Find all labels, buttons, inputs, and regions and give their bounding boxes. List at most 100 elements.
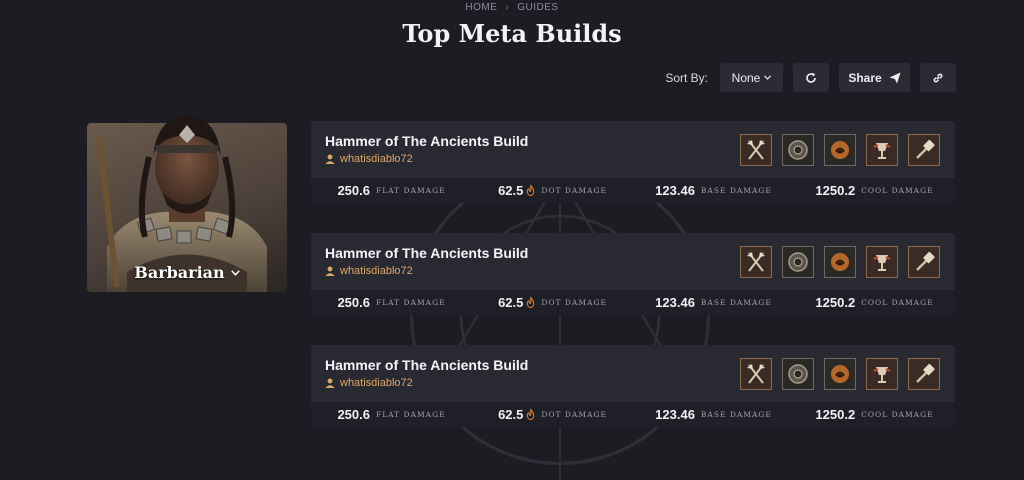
user-icon — [325, 266, 335, 276]
chevron-down-icon — [764, 75, 772, 80]
copy-link-button[interactable] — [920, 63, 956, 92]
link-icon — [933, 73, 943, 82]
stat-value: 250.6 — [337, 295, 370, 310]
chalice-skill-icon[interactable] — [866, 246, 898, 278]
build-card-header: Hammer of The Ancients Build whatisdiabl… — [311, 121, 955, 178]
flame-icon — [527, 409, 535, 420]
build-stats: 250.6 FLAT DAMAGE 62.5 DOT DAMAGE 123.46 BA… — [311, 178, 955, 203]
stat-flat-damage: 250.6 FLAT DAMAGE — [311, 402, 472, 427]
class-name-label: Barbarian — [134, 263, 225, 282]
stat-cool-damage: 1250.2 COOL DAMAGE — [794, 290, 955, 315]
stat-label: COOL DAMAGE — [861, 410, 934, 419]
build-author[interactable]: whatisdiablo72 — [325, 265, 413, 277]
stat-label: COOL DAMAGE — [861, 186, 934, 195]
class-name: Barbarian — [87, 263, 287, 282]
stat-cool-damage: 1250.2 COOL DAMAGE — [794, 402, 955, 427]
page-title: Top Meta Builds — [402, 19, 622, 48]
breadcrumb: HOME › GUIDES — [0, 2, 1024, 13]
stat-value-group: 62.5 — [498, 407, 535, 422]
breadcrumb-guides-link[interactable]: GUIDES — [517, 2, 558, 13]
flame-icon — [527, 185, 535, 196]
paper-plane-icon — [889, 72, 901, 83]
class-selector-card[interactable]: Barbarian — [87, 115, 287, 292]
share-button[interactable]: Share — [839, 63, 910, 92]
stat-label: DOT DAMAGE — [541, 298, 607, 307]
build-stats: 250.6 FLAT DAMAGE 62.5 DOT DAMAGE 123.46 BA… — [311, 290, 955, 315]
stat-value: 62.5 — [498, 295, 524, 310]
stat-value: 1250.2 — [815, 183, 856, 198]
build-card-header: Hammer of The Ancients Build whatisdiabl… — [311, 233, 955, 290]
stat-label: DOT DAMAGE — [541, 186, 607, 195]
stat-value-group: 62.5 — [498, 183, 535, 198]
author-name: whatisdiablo72 — [340, 153, 413, 165]
war-cry-skill-icon[interactable] — [782, 246, 814, 278]
stat-value: 123.46 — [655, 407, 695, 422]
build-card[interactable]: Hammer of The Ancients Build whatisdiabl… — [311, 345, 955, 427]
stat-flat-damage: 250.6 FLAT DAMAGE — [311, 290, 472, 315]
hammer-skill-icon[interactable] — [908, 358, 940, 390]
share-label: Share — [848, 70, 882, 85]
stat-base-damage: 123.46 BASE DAMAGE — [633, 402, 794, 427]
hammer-skill-icon[interactable] — [908, 134, 940, 166]
stat-label: FLAT DAMAGE — [375, 186, 446, 195]
stat-cool-damage: 1250.2 COOL DAMAGE — [794, 178, 955, 203]
stat-label: COOL DAMAGE — [861, 298, 934, 307]
author-name: whatisdiablo72 — [340, 377, 413, 389]
berserk-skill-icon[interactable] — [824, 134, 856, 166]
stat-dot-damage: 62.5 DOT DAMAGE — [472, 178, 633, 203]
build-card[interactable]: Hammer of The Ancients Build whatisdiabl… — [311, 121, 955, 203]
stat-label: BASE DAMAGE — [700, 186, 772, 195]
chevron-right-icon: › — [505, 2, 510, 13]
skill-icons — [740, 358, 940, 390]
build-title[interactable]: Hammer of The Ancients Build — [325, 245, 528, 261]
user-icon — [325, 154, 335, 164]
flame-icon — [527, 297, 535, 308]
stat-flat-damage: 250.6 FLAT DAMAGE — [311, 178, 472, 203]
build-author[interactable]: whatisdiablo72 — [325, 153, 413, 165]
build-card-header: Hammer of The Ancients Build whatisdiabl… — [311, 345, 955, 402]
user-icon — [325, 378, 335, 388]
skill-icons — [740, 134, 940, 166]
build-title[interactable]: Hammer of The Ancients Build — [325, 133, 528, 149]
stat-value: 62.5 — [498, 183, 524, 198]
chevron-down-icon — [230, 269, 240, 276]
stat-value: 1250.2 — [815, 295, 856, 310]
hammer-skill-icon[interactable] — [908, 246, 940, 278]
sort-value: None — [731, 70, 761, 85]
stat-dot-damage: 62.5 DOT DAMAGE — [472, 290, 633, 315]
skill-icons — [740, 246, 940, 278]
build-stats: 250.6 FLAT DAMAGE 62.5 DOT DAMAGE 123.46 BA… — [311, 402, 955, 427]
war-cry-skill-icon[interactable] — [782, 134, 814, 166]
refresh-button[interactable] — [793, 63, 829, 92]
toolbar: Sort By: None Share — [665, 63, 956, 92]
stat-label: FLAT DAMAGE — [375, 298, 446, 307]
axes-skill-icon[interactable] — [740, 246, 772, 278]
build-card[interactable]: Hammer of The Ancients Build whatisdiabl… — [311, 233, 955, 315]
berserk-skill-icon[interactable] — [824, 246, 856, 278]
refresh-icon — [806, 72, 816, 83]
build-title[interactable]: Hammer of The Ancients Build — [325, 357, 528, 373]
chalice-skill-icon[interactable] — [866, 134, 898, 166]
stat-label: FLAT DAMAGE — [375, 410, 446, 419]
stat-label: DOT DAMAGE — [541, 410, 607, 419]
stat-value: 250.6 — [337, 183, 370, 198]
stat-value: 1250.2 — [815, 407, 856, 422]
stat-value-group: 62.5 — [498, 295, 535, 310]
author-name: whatisdiablo72 — [340, 265, 413, 277]
breadcrumb-home-link[interactable]: HOME — [465, 2, 497, 13]
stat-value: 62.5 — [498, 407, 524, 422]
stat-value: 250.6 — [337, 407, 370, 422]
sort-by-label: Sort By: — [665, 70, 708, 85]
sort-dropdown[interactable]: None — [720, 63, 783, 92]
axes-skill-icon[interactable] — [740, 358, 772, 390]
chalice-skill-icon[interactable] — [866, 358, 898, 390]
stat-dot-damage: 62.5 DOT DAMAGE — [472, 402, 633, 427]
stat-label: BASE DAMAGE — [700, 410, 772, 419]
stat-label: BASE DAMAGE — [700, 298, 772, 307]
war-cry-skill-icon[interactable] — [782, 358, 814, 390]
berserk-skill-icon[interactable] — [824, 358, 856, 390]
axes-skill-icon[interactable] — [740, 134, 772, 166]
stat-base-damage: 123.46 BASE DAMAGE — [633, 290, 794, 315]
build-author[interactable]: whatisdiablo72 — [325, 377, 413, 389]
stat-base-damage: 123.46 BASE DAMAGE — [633, 178, 794, 203]
